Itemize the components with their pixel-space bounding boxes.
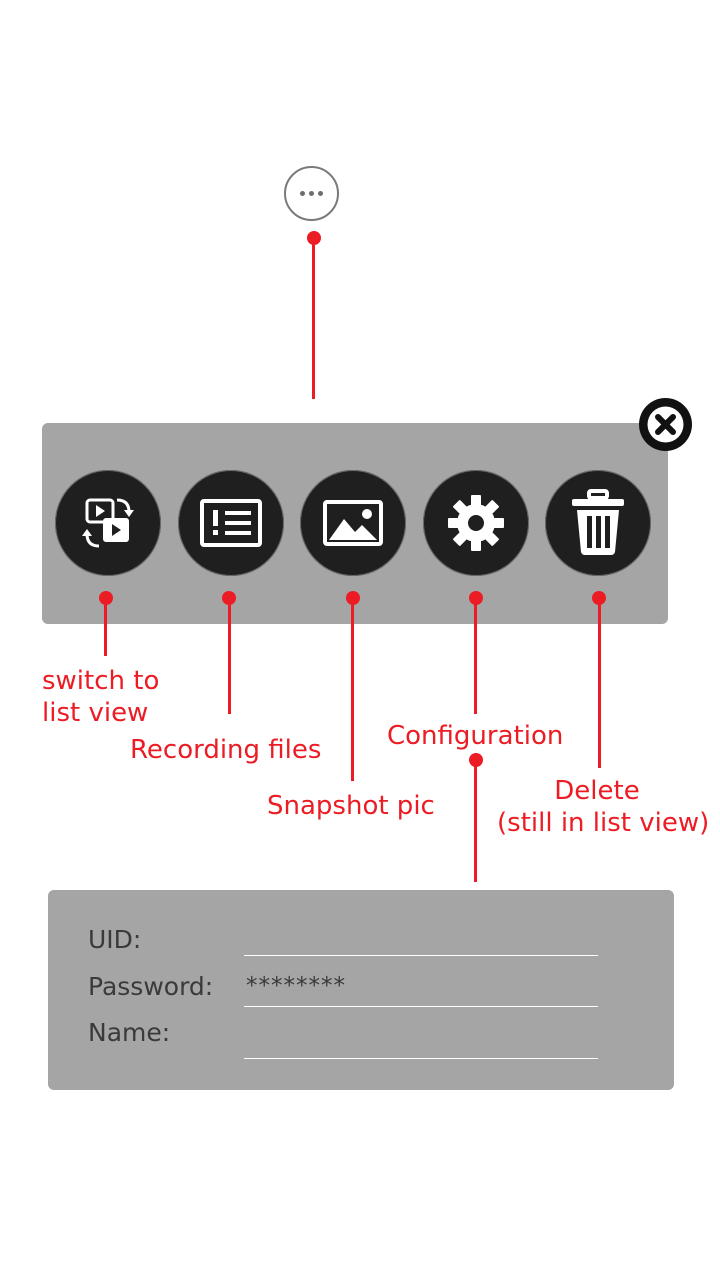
password-field-underline — [244, 1006, 598, 1007]
switch-view-icon — [82, 498, 134, 548]
annotation-line — [474, 760, 477, 882]
annotation-line — [104, 598, 107, 656]
uid-label: UID: — [88, 925, 142, 954]
password-label: Password: — [88, 972, 214, 1001]
configuration-annotation: Configuration — [387, 721, 564, 751]
switch-view-button[interactable] — [55, 470, 161, 576]
recording-list-icon — [200, 499, 262, 547]
password-field[interactable]: ******** — [246, 972, 346, 1000]
snapshot-pic-annotation: Snapshot pic — [267, 791, 435, 821]
annotation-line — [598, 598, 601, 768]
delete-button[interactable] — [545, 470, 651, 576]
switch-view-annotation: switch to list view — [42, 665, 159, 729]
gear-icon — [448, 495, 504, 551]
delete-annotation: Delete (still in list view) — [497, 775, 710, 839]
annotation-line — [312, 238, 315, 399]
more-options-button[interactable] — [284, 166, 339, 221]
image-icon — [323, 500, 383, 546]
annotation-line — [474, 598, 477, 714]
annotation-text: switch to — [42, 666, 160, 696]
annotation-text: list view — [42, 698, 149, 728]
close-icon — [647, 406, 684, 443]
recording-files-button[interactable] — [178, 470, 284, 576]
snapshot-pic-button[interactable] — [300, 470, 406, 576]
annotation-text: Delete — [554, 776, 640, 806]
annotation-text: (still in list view) — [497, 808, 710, 838]
close-button[interactable] — [639, 398, 692, 451]
annotation-line — [351, 598, 354, 781]
trash-icon — [572, 489, 624, 555]
name-label: Name: — [88, 1018, 171, 1047]
recording-files-annotation: Recording files — [130, 735, 322, 765]
annotation-line — [228, 598, 231, 714]
ellipsis-icon — [300, 191, 305, 196]
configuration-button[interactable] — [423, 470, 529, 576]
name-field-underline — [244, 1058, 598, 1059]
uid-field-underline — [244, 955, 598, 956]
